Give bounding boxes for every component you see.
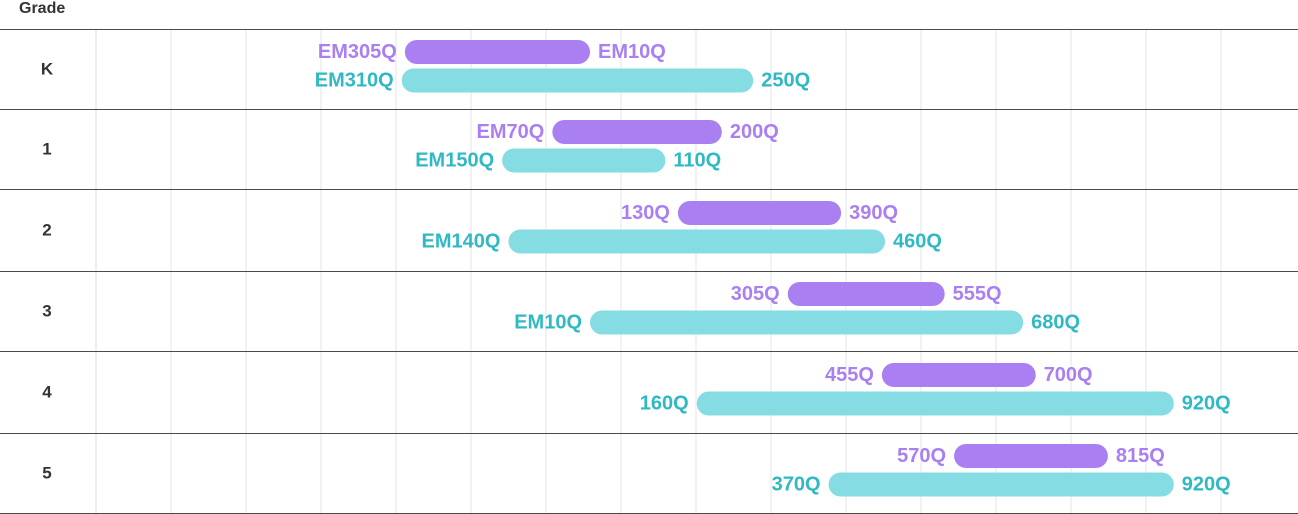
- range-low-label: EM310Q: [315, 70, 394, 92]
- range-low-label: EM140Q: [421, 231, 500, 253]
- range-high-label: 200Q: [730, 121, 779, 143]
- range-low-label: 160Q: [640, 393, 689, 415]
- range-bar: [401, 68, 754, 93]
- range-bar: [677, 201, 842, 225]
- range-high-label: 110Q: [673, 150, 721, 172]
- range-bar: [954, 444, 1108, 468]
- range-high-label: 920Q: [1182, 393, 1231, 415]
- range-low-label: 570Q: [897, 445, 946, 467]
- range-high-label: 700Q: [1044, 364, 1093, 386]
- range-high-label: 460Q: [893, 231, 942, 253]
- range-bar: [508, 229, 886, 254]
- chart-svg: K EM305Q EM10Q EM310Q 250Q 1 EM70Q 200Q EM150Q 11…: [0, 29, 1298, 514]
- range-low-label: EM10Q: [514, 312, 582, 334]
- range-high-label: 250Q: [761, 70, 810, 92]
- range-low-label: 370Q: [772, 474, 821, 496]
- grade-label: 4: [42, 383, 52, 402]
- range-high-label: 815Q: [1116, 445, 1165, 467]
- range-bar: [696, 391, 1174, 416]
- range-low-label: 455Q: [825, 364, 874, 386]
- range-bar: [881, 363, 1036, 387]
- range-bar: [552, 120, 722, 144]
- range-bar: [828, 472, 1174, 497]
- grade-label: 1: [42, 140, 51, 159]
- range-high-label: 680Q: [1031, 312, 1080, 334]
- range-bar: [502, 148, 666, 173]
- grade-label: 3: [42, 302, 51, 321]
- grade-label: 5: [42, 464, 51, 483]
- range-high-label: 555Q: [953, 283, 1002, 305]
- range-bar: [787, 282, 945, 306]
- range-bar: [404, 40, 591, 64]
- range-low-label: 305Q: [731, 283, 780, 305]
- range-high-label: 390Q: [849, 202, 898, 224]
- grade-label: K: [41, 60, 54, 79]
- range-low-label: EM150Q: [415, 150, 494, 172]
- grade-label: 2: [42, 221, 51, 240]
- chart: Grade K EM305Q EM10Q EM310Q 250Q 1 EM70Q 200Q EM…: [0, 0, 1298, 514]
- range-low-label: 130Q: [621, 202, 670, 224]
- range-bar: [590, 310, 1024, 335]
- range-high-label: 920Q: [1182, 474, 1231, 496]
- range-low-label: EM305Q: [318, 41, 397, 63]
- range-high-label: EM10Q: [598, 41, 666, 63]
- range-low-label: EM70Q: [477, 121, 545, 143]
